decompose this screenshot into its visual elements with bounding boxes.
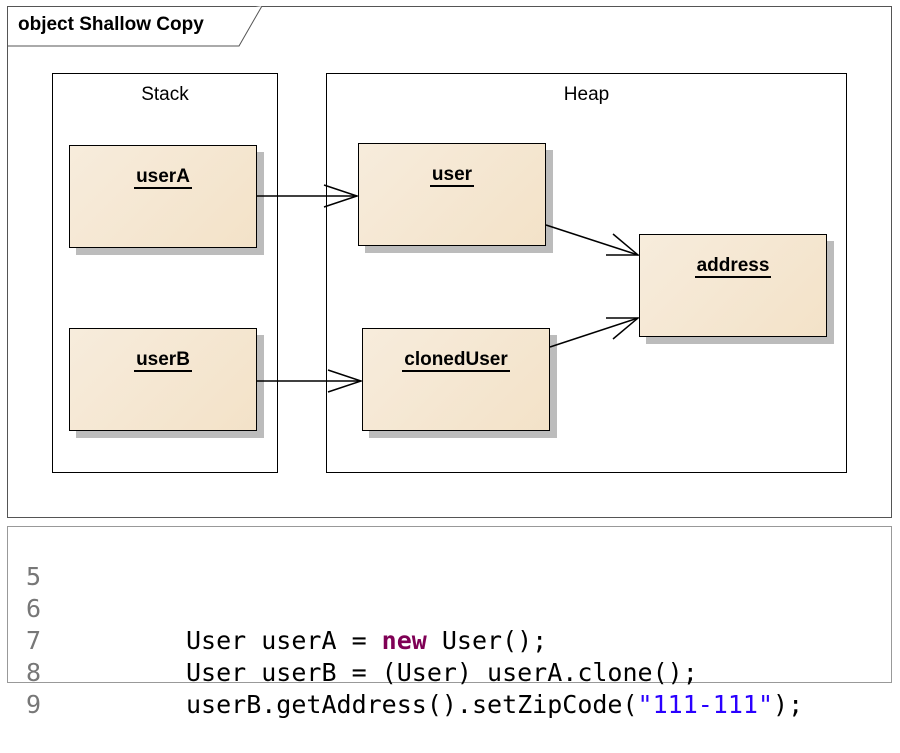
code-panel: 5 6 User userA = new User(); 7 User user… — [7, 526, 892, 719]
code-text: User userA = new User(); — [186, 625, 547, 657]
code-line: 5 — [8, 529, 68, 591]
code-token: User userB = (User) userA.clone(); — [186, 658, 698, 687]
arrow-userA-to-user — [257, 184, 360, 208]
arrow-clonedUser-to-address — [549, 317, 641, 348]
arrow-userB-to-clonedUser — [257, 369, 364, 393]
code-token: User userA = — [186, 626, 382, 655]
code-line: 7 User userB = (User) userA.clone(); — [8, 593, 698, 687]
code-line: 8 userB.getAddress().setZipCode("111-111… — [8, 625, 803, 719]
code-line: 6 User userA = new User(); — [8, 561, 547, 655]
code-string: "111-111" — [637, 690, 774, 719]
arrow-user-to-address — [545, 224, 641, 256]
code-text: userB.getAddress().setZipCode("111-111")… — [186, 689, 803, 721]
code-text: User userB = (User) userA.clone(); — [186, 657, 698, 689]
reference-arrows — [257, 184, 641, 393]
code-token: User(); — [426, 626, 548, 655]
code-keyword: new — [381, 626, 427, 655]
code-line: 9 — [8, 657, 68, 719]
code-token: userB.getAddress().setZipCode( — [186, 690, 638, 719]
code-token: ); — [773, 690, 804, 719]
line-number: 9 — [26, 690, 42, 719]
